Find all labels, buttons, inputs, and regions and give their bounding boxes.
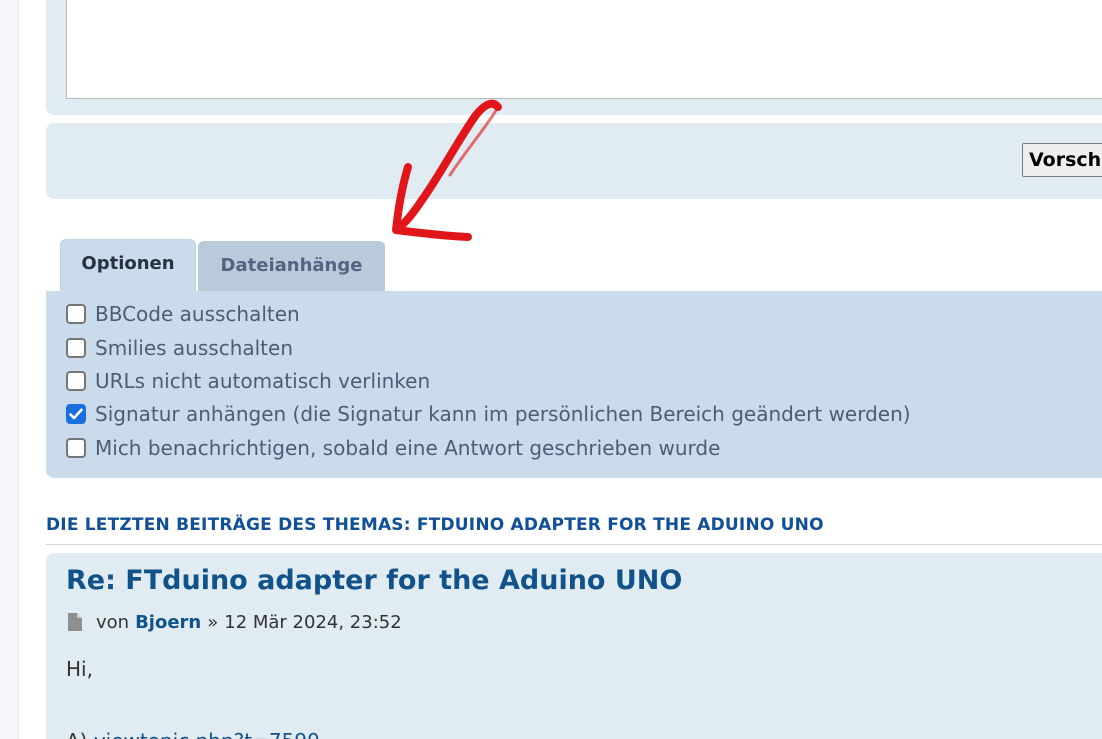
list-prefix: A) — [66, 729, 87, 739]
recent-posts-heading: Die letzten Beiträge des Themas: FTduino… — [46, 515, 824, 535]
preview-button[interactable]: Vorschau — [1022, 143, 1102, 177]
notify-on-reply-checkbox[interactable] — [66, 438, 86, 458]
option-notify-on-reply[interactable]: Mich benachrichtigen, sobald eine Antwor… — [66, 433, 720, 463]
disable-bbcode-checkbox[interactable] — [66, 304, 86, 324]
post-meta: von Bjoern » 12 Mär 2024, 23:52 — [66, 609, 402, 635]
topic-link[interactable]: viewtopic.php?t=7590 — [94, 729, 320, 739]
options-panel: BBCode ausschalten Smilies ausschalten U… — [46, 291, 1102, 478]
option-label: Signatur anhängen (die Signatur kann im … — [95, 402, 911, 426]
post-list-line: A) viewtopic.php?t=7590 — [66, 729, 320, 739]
option-disable-smilies[interactable]: Smilies ausschalten — [66, 333, 293, 363]
page-gutter — [0, 0, 19, 739]
tab-attachments[interactable]: Dateianhänge — [198, 241, 385, 291]
option-label: BBCode ausschalten — [95, 302, 300, 326]
option-label: Mich benachrichtigen, sobald eine Antwor… — [95, 436, 721, 460]
disable-magic-url-checkbox[interactable] — [66, 371, 86, 391]
option-attach-signature[interactable]: Signatur anhängen (die Signatur kann im … — [66, 399, 911, 429]
post-title[interactable]: Re: FTduino adapter for the Aduino UNO — [66, 565, 682, 596]
option-label: Smilies ausschalten — [95, 336, 294, 360]
red-arrow-icon — [392, 99, 502, 241]
meta-separator: » — [207, 611, 219, 633]
post-greeting: Hi, — [66, 657, 93, 681]
checkmark-icon — [69, 408, 83, 420]
divider — [46, 544, 1102, 545]
post-date: 12 Mär 2024, 23:52 — [224, 611, 402, 633]
post-author-link[interactable]: Bjoern — [135, 612, 201, 633]
option-disable-bbcode[interactable]: BBCode ausschalten — [66, 299, 300, 329]
post-by-prefix: von — [96, 611, 130, 633]
posting-page: Vorschau Optionen Dateianhänge BBCode au… — [0, 0, 1102, 739]
disable-smilies-checkbox[interactable] — [66, 338, 86, 358]
post-panel: Re: FTduino adapter for the Aduino UNO v… — [46, 553, 1102, 739]
editor-panel — [46, 0, 1102, 115]
attach-signature-checkbox[interactable] — [66, 404, 86, 424]
submit-panel: Vorschau — [46, 123, 1102, 199]
option-disable-magic-url[interactable]: URLs nicht automatisch verlinken — [66, 366, 430, 396]
message-textarea[interactable] — [66, 0, 1102, 99]
tab-options[interactable]: Optionen — [60, 239, 196, 291]
option-label: URLs nicht automatisch verlinken — [95, 369, 431, 393]
post-document-icon[interactable] — [66, 612, 84, 632]
